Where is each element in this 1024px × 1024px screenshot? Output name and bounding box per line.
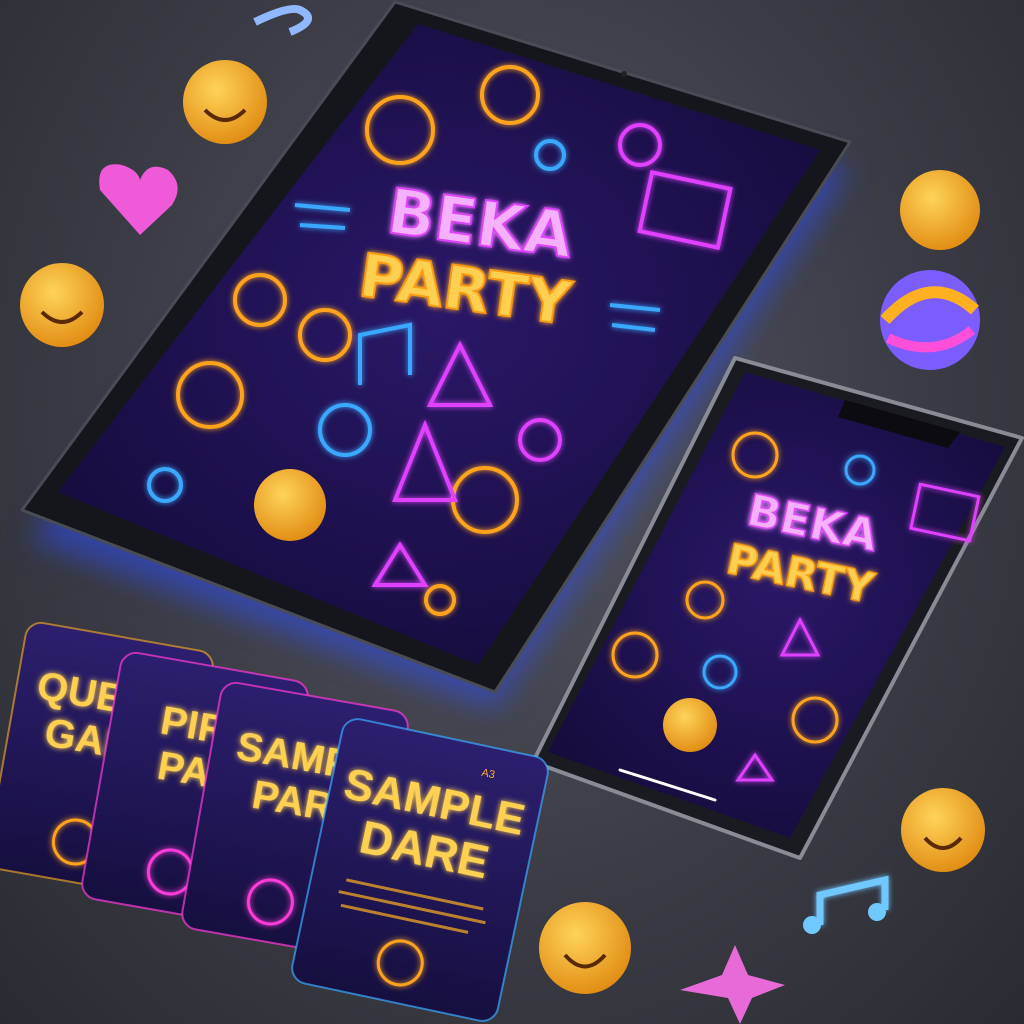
smiley-emoji (900, 170, 980, 250)
heart-icon (99, 164, 178, 235)
scene-drawing: BEKA PARTY BEKA PARTY QUESTI GARD PIRT P… (0, 0, 1024, 1024)
smiley-emoji (20, 263, 104, 347)
music-note-head (803, 916, 821, 934)
smiley-emoji (183, 60, 267, 144)
tongue-emoji (254, 469, 326, 541)
party-game-mockup-scene: BEKA PARTY BEKA PARTY QUESTI GARD PIRT P… (0, 0, 1024, 1024)
smiley-emoji (539, 902, 631, 994)
tablet-camera (621, 71, 627, 77)
smiley-emoji (901, 788, 985, 872)
star-icon (680, 945, 785, 1024)
music-note-icon (253, 4, 312, 36)
swirl-ball (880, 270, 980, 370)
tongue-emoji (663, 698, 717, 752)
music-note-head (868, 903, 886, 921)
